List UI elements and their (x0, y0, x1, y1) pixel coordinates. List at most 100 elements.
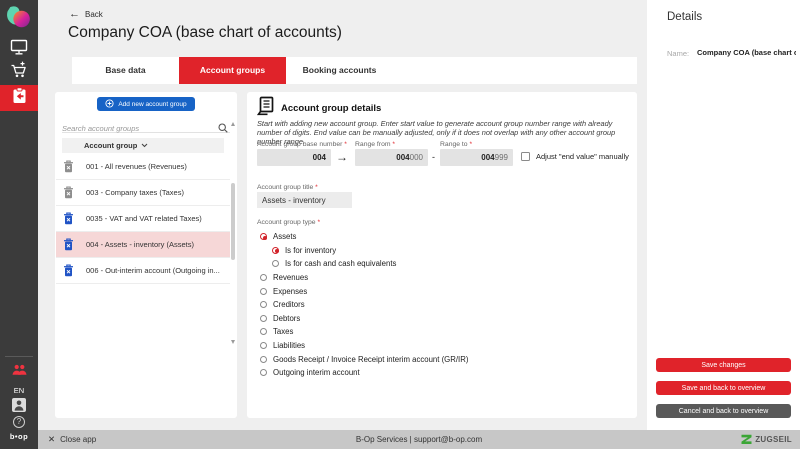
type-option-assets[interactable]: Assets (257, 230, 468, 244)
group-title-label: Account group title (257, 184, 318, 191)
account-group-column-header[interactable]: Account group (62, 138, 224, 153)
scrollbar-down-icon[interactable] (231, 340, 235, 344)
account-group-list-panel: Add new account group Account group 001 … (55, 92, 237, 418)
range-from-field[interactable]: 004 000 (355, 149, 428, 166)
range-to-field[interactable]: 004 999 (440, 149, 513, 166)
radio-icon[interactable] (260, 314, 267, 322)
type-option-label: Liabilities (273, 341, 306, 351)
account-group-row-label: 001 - All revenues (Revenues) (86, 162, 187, 171)
delete-trash-icon[interactable] (63, 264, 74, 277)
account-group-row-0035-vat-and-vat-rel[interactable]: 0035 - VAT and VAT related Taxes) (56, 206, 230, 232)
app-logo-icon (3, 4, 34, 35)
type-option-debtors[interactable]: Debtors (257, 312, 468, 326)
back-label: Back (85, 9, 103, 19)
range-to-label: Range to (440, 141, 472, 148)
delete-trash-icon[interactable] (63, 238, 74, 251)
delete-trash-icon[interactable] (63, 186, 74, 199)
sidebar-item-shop[interactable] (0, 61, 38, 83)
save-and-back-button[interactable]: Save and back to overview (656, 381, 791, 395)
arrow-right-icon: → (336, 150, 348, 164)
details-panel: Details Name: Company COA (base chart of… (647, 0, 800, 430)
users-icon (12, 363, 27, 381)
support-info: B-Op Services | support@b-op.com (355, 435, 483, 444)
type-option-label: Revenues (273, 273, 309, 283)
chevron-down-icon (141, 143, 148, 148)
base-number-value: 004 (312, 153, 326, 162)
group-title-field[interactable]: Assets - inventory (257, 192, 352, 208)
account-group-row-label: 004 - Assets - inventory (Assets) (86, 240, 194, 249)
zugseil-brand: ZUGSEIL (741, 430, 792, 449)
type-option-revenues[interactable]: Revenues (257, 271, 468, 285)
scrollbar-up-icon[interactable] (231, 122, 235, 126)
radio-icon[interactable] (260, 355, 267, 363)
type-option-expenses[interactable]: Expenses (257, 284, 468, 298)
radio-icon[interactable] (260, 301, 267, 309)
delete-trash-icon[interactable] (63, 212, 74, 225)
page-title: Company COA (base chart of accounts) (68, 24, 342, 41)
search-icon[interactable] (218, 120, 228, 138)
account-group-row-001-all-revenues-rev[interactable]: 001 - All revenues (Revenues) (56, 154, 230, 180)
adjust-end-value-checkbox[interactable] (521, 152, 530, 161)
sidebar-item-chart-of-accounts-active[interactable] (0, 85, 38, 111)
range-dash: - (432, 152, 435, 162)
type-option-liabilities[interactable]: Liabilities (257, 339, 468, 353)
radio-icon[interactable] (260, 369, 267, 377)
account-group-row-label: 003 - Company taxes (Taxes) (86, 188, 184, 197)
save-changes-button[interactable]: Save changes (656, 358, 791, 372)
base-number-field[interactable]: 004 (257, 149, 331, 166)
account-group-row-003-company-taxes-ta[interactable]: 003 - Company taxes (Taxes) (56, 180, 230, 206)
type-option-label: Is for inventory (285, 245, 337, 255)
clipboard-arrow-icon (12, 87, 27, 109)
radio-icon[interactable] (260, 233, 267, 241)
type-option-is-for-inventory[interactable]: Is for inventory (257, 244, 468, 258)
radio-icon[interactable] (272, 246, 279, 254)
account-group-row-004-assets-inventory[interactable]: 004 - Assets - inventory (Assets) (56, 232, 230, 258)
tab-base-data[interactable]: Base data (72, 57, 179, 84)
tab-account-groups[interactable]: Account groups (179, 57, 286, 84)
type-option-label: Outgoing interim account (273, 368, 360, 378)
range-to-rest: 999 (494, 153, 508, 162)
radio-icon[interactable] (260, 287, 267, 295)
avatar-icon (12, 398, 26, 417)
type-option-taxes[interactable]: Taxes (257, 325, 468, 339)
details-actions: Save changes Save and back to overview Can… (656, 358, 791, 427)
zugseil-logo-icon (741, 434, 752, 444)
form-heading: Account group details (281, 103, 382, 114)
type-option-is-for-cash-and-cash-equivalents[interactable]: Is for cash and cash equivalents (257, 257, 468, 271)
radio-icon[interactable] (260, 274, 267, 282)
radio-icon[interactable] (260, 342, 267, 350)
scrollbar-thumb[interactable] (231, 183, 235, 260)
language-switch[interactable]: EN (0, 386, 38, 395)
bop-logo: b•op (9, 432, 29, 441)
app-window: EN ? b•op ← Back Company COA (base chart… (0, 0, 800, 449)
sidebar-item-profile[interactable] (0, 398, 38, 417)
range-from-label: Range from (355, 141, 395, 148)
account-group-row-label: 006 - Out-interim account (Outgoing in..… (86, 266, 220, 275)
sidebar-item-screens[interactable] (0, 38, 38, 60)
range-from-bold: 004 (396, 153, 410, 162)
cancel-and-back-button[interactable]: Cancel and back to overview (656, 404, 791, 418)
sidebar-item-users[interactable] (0, 363, 38, 381)
back-button[interactable]: ← Back (69, 9, 103, 20)
type-option-creditors[interactable]: Creditors (257, 298, 468, 312)
type-option-goods-receipt-invoice-receipt-interim-ac[interactable]: Goods Receipt / Invoice Receipt interim … (257, 352, 468, 366)
type-option-outgoing-interim-account[interactable]: Outgoing interim account (257, 366, 468, 380)
search-input[interactable] (62, 121, 212, 136)
delete-trash-icon[interactable] (63, 160, 74, 173)
plus-circle-icon (105, 98, 114, 110)
radio-icon[interactable] (260, 328, 267, 336)
list-scrollbar[interactable] (230, 122, 236, 344)
details-title: Details (667, 11, 703, 23)
sidebar-item-help[interactable]: ? (0, 416, 38, 428)
tab-booking-accounts[interactable]: Booking accounts (286, 57, 393, 84)
account-group-list: 001 - All revenues (Revenues) 003 - Compa… (56, 154, 230, 284)
bottom-bar: ✕ Close app B-Op Services | support@b-op… (38, 430, 800, 449)
details-name-label: Name: (667, 49, 690, 58)
sidebar: EN ? b•op (0, 0, 38, 449)
account-group-row-006-out-interim-acco[interactable]: 006 - Out-interim account (Outgoing in..… (56, 258, 230, 284)
type-option-label: Debtors (273, 313, 301, 323)
radio-icon[interactable] (272, 260, 279, 268)
add-account-group-button[interactable]: Add new account group (97, 97, 195, 111)
sidebar-divider (5, 356, 33, 357)
type-option-label: Is for cash and cash equivalents (285, 259, 397, 269)
